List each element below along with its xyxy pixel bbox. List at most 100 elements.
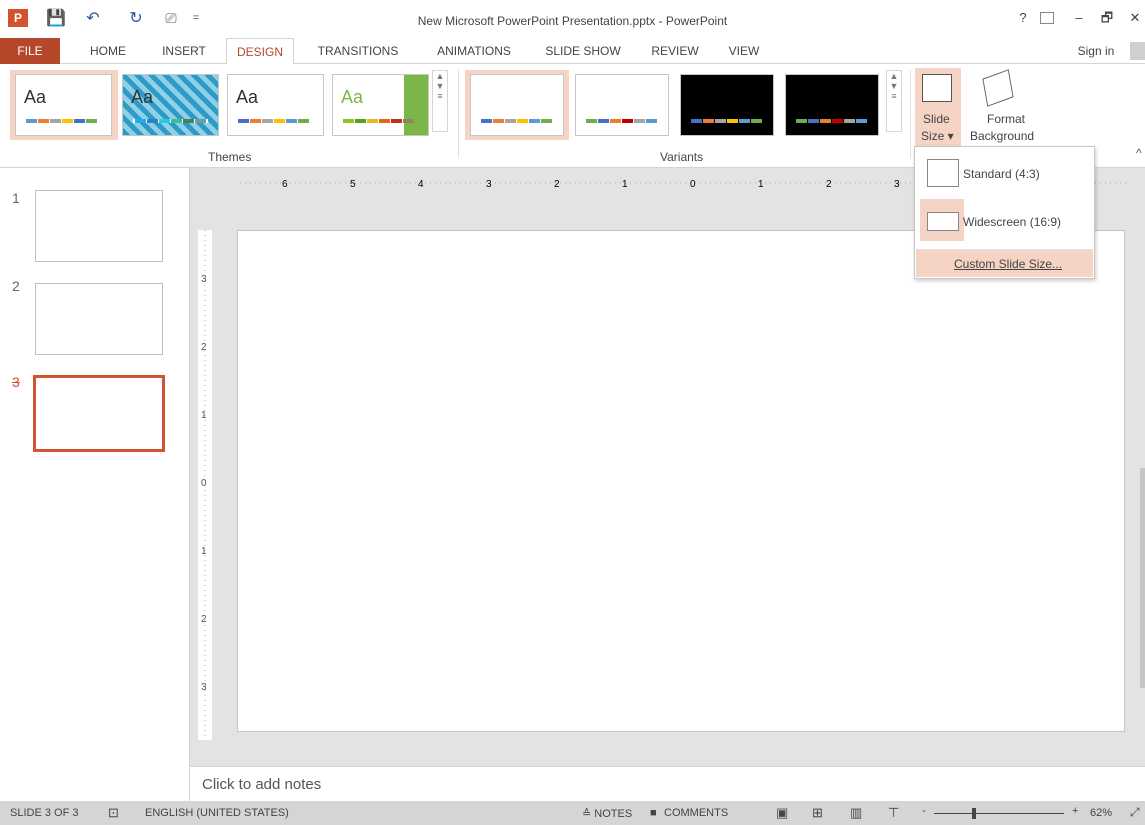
slide-size-label: Slide — [923, 112, 950, 126]
vertical-ruler: 3 2 1 0 1 2 3 — [198, 230, 212, 740]
reading-view-icon[interactable]: ▥ — [850, 805, 862, 821]
slide-number: 1 — [12, 190, 20, 206]
ruler-tick-label: 2 — [201, 614, 207, 625]
slide-show-icon[interactable]: ⊤ — [888, 805, 899, 821]
theme-facet[interactable]: Aa — [332, 74, 429, 136]
slide-size-icon — [922, 74, 952, 102]
editor-scrollbar[interactable] — [1140, 468, 1145, 688]
tab-home[interactable]: HOME — [82, 38, 134, 64]
language-status[interactable]: ENGLISH (UNITED STATES) — [145, 807, 289, 819]
group-separator — [910, 70, 911, 158]
themes-gallery-scroll[interactable]: ▲ ▼ ≡ — [432, 70, 448, 132]
tab-animations[interactable]: ANIMATIONS — [424, 38, 524, 64]
slide-thumbnail-3-selected[interactable] — [33, 375, 165, 452]
minimize-button[interactable]: – — [1068, 9, 1090, 27]
variant-1[interactable] — [470, 74, 564, 136]
zoom-out-button[interactable]: - — [922, 805, 926, 817]
theme-sample-text: Aa — [131, 87, 154, 107]
slide-size-button[interactable]: Slide Size ▾ — [915, 68, 961, 148]
themes-group-label: Themes — [208, 150, 252, 164]
variants-gallery-scroll[interactable]: ▲ ▼ ≡ — [886, 70, 902, 132]
variant-2[interactable] — [575, 74, 669, 136]
custom-slide-size-option[interactable]: Custom Slide Size... — [916, 249, 1093, 277]
fit-to-window-icon[interactable]: ⤢ — [1130, 805, 1140, 820]
tab-transitions[interactable]: TRANSITIONS — [308, 38, 408, 64]
theme-color-bars — [133, 119, 208, 123]
slide-canvas[interactable] — [237, 230, 1125, 732]
format-background-label-2: Background — [970, 129, 1035, 143]
ruler-tick-label: 1 — [201, 546, 207, 557]
custom-option-label: Custom Slide Size... — [954, 257, 1063, 271]
comments-toggle-button[interactable]: COMMENTS — [664, 807, 728, 819]
tab-slide-show[interactable]: SLIDE SHOW — [536, 38, 630, 64]
ruler-tick-label: 1 — [201, 410, 207, 421]
slide-size-standard-option[interactable]: Standard (4:3) — [916, 149, 1093, 197]
ruler-tick-label: 0 — [201, 478, 207, 489]
format-background-label: Format — [987, 112, 1026, 126]
zoom-level[interactable]: 62% — [1090, 807, 1112, 819]
restore-button[interactable]: 🗗 — [1096, 9, 1118, 27]
variant-color-bars — [796, 119, 867, 123]
tab-file[interactable]: FILE — [0, 38, 60, 64]
standard-option-label: Standard (4:3) — [963, 167, 1040, 181]
spell-check-icon[interactable]: ⊡ — [108, 805, 119, 821]
zoom-slider-thumb[interactable] — [972, 808, 976, 819]
variant-color-bars — [586, 119, 657, 123]
slide-sorter-icon[interactable]: ⊞ — [812, 805, 823, 821]
tab-design[interactable]: DESIGN — [226, 38, 294, 65]
account-avatar[interactable] — [1130, 42, 1145, 60]
help-button[interactable]: ? — [1012, 9, 1034, 27]
theme-plain[interactable]: Aa — [227, 74, 324, 136]
ruler-tick-label: 3 — [486, 179, 492, 190]
ruler-tick-label: 3 — [201, 682, 207, 693]
title-bar: P 💾 ↶ ↻ ⎚ = New Microsoft PowerPoint Pre… — [0, 0, 1145, 38]
notes-placeholder: Click to add notes — [202, 776, 322, 793]
ribbon-display-options-icon[interactable] — [1040, 12, 1054, 24]
slide-counter: SLIDE 3 OF 3 — [10, 807, 79, 819]
ruler-tick-label: 2 — [201, 342, 207, 353]
theme-sample-text: Aa — [236, 87, 259, 107]
slide-thumbnail-2[interactable] — [35, 283, 163, 355]
format-background-button[interactable]: Format Background — [966, 68, 1042, 148]
ruler-tick-label: 2 — [554, 179, 560, 190]
ruler-tick-label: 3 — [894, 179, 900, 190]
slide-size-widescreen-option[interactable]: Widescreen (16:9) — [916, 197, 1093, 245]
notes-toggle-button[interactable]: ≙ NOTES — [582, 807, 632, 820]
slide-thumbnail-pane: 1 2 3 — [0, 168, 190, 801]
variant-3[interactable] — [680, 74, 774, 136]
format-background-icon — [982, 69, 1014, 107]
slide-size-dropdown: Standard (4:3) Widescreen (16:9) Custom … — [914, 146, 1095, 279]
status-bar: SLIDE 3 OF 3 ⊡ ENGLISH (UNITED STATES) ≙… — [0, 801, 1145, 825]
ruler-tick-label: 6 — [282, 179, 288, 190]
theme-office[interactable]: Aa — [15, 74, 112, 136]
normal-view-icon[interactable]: ▣ — [776, 805, 788, 821]
ruler-tick-label: 4 — [418, 179, 424, 190]
zoom-in-button[interactable]: + — [1072, 805, 1078, 817]
slide-number: 3 — [12, 374, 20, 390]
tab-view[interactable]: VIEW — [722, 38, 766, 64]
close-button[interactable]: ✕ — [1124, 9, 1145, 27]
group-separator — [458, 70, 459, 158]
tab-review[interactable]: REVIEW — [644, 38, 706, 64]
comments-icon: ■ — [650, 807, 657, 819]
ruler-tick-label: 0 — [690, 179, 696, 190]
slide-number: 2 — [12, 278, 20, 294]
ruler-tick-label: 1 — [758, 179, 764, 190]
theme-color-bars — [26, 119, 97, 123]
variant-color-bars — [691, 119, 762, 123]
tab-insert[interactable]: INSERT — [154, 38, 214, 64]
ruler-tick-label: 2 — [826, 179, 832, 190]
slide-thumbnail-1[interactable] — [35, 190, 163, 262]
notes-pane[interactable]: Click to add notes — [190, 766, 1145, 801]
ruler-tick-label: 1 — [622, 179, 628, 190]
variant-4[interactable] — [785, 74, 879, 136]
widescreen-aspect-icon — [927, 212, 959, 231]
collapse-ribbon-icon[interactable]: ^ — [1136, 146, 1142, 160]
sign-in-link[interactable]: Sign in — [1064, 38, 1128, 64]
theme-color-bars — [343, 119, 414, 123]
standard-aspect-icon — [927, 159, 959, 187]
theme-patterned[interactable]: Aa — [122, 74, 219, 136]
theme-sample-text: Aa — [341, 87, 364, 107]
theme-color-bars — [238, 119, 309, 123]
zoom-slider-track[interactable] — [934, 813, 1064, 814]
